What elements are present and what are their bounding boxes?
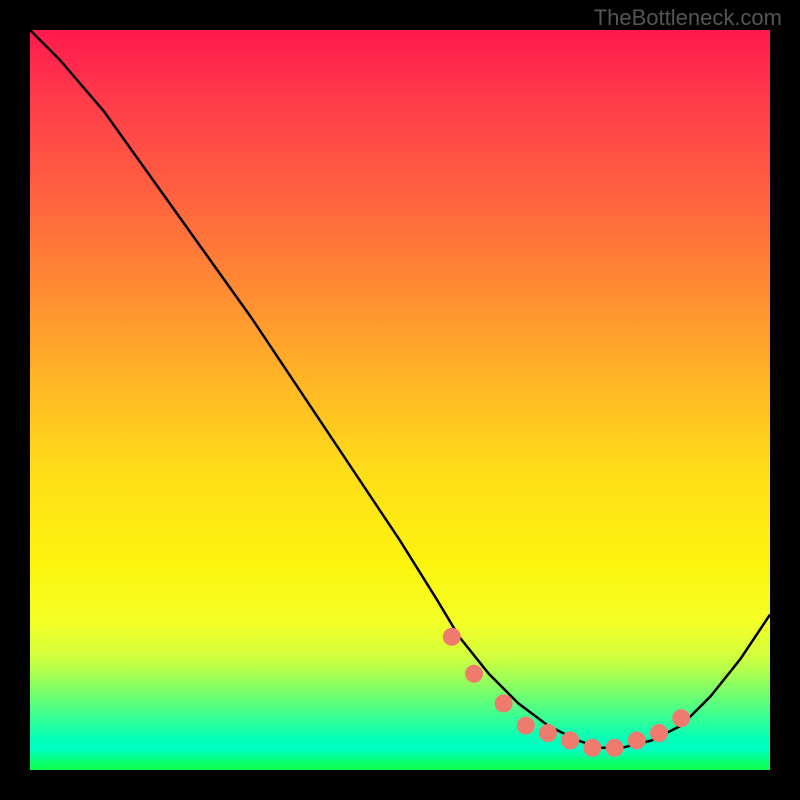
chart-markers	[443, 628, 690, 757]
marker-dot	[583, 739, 601, 757]
chart-line	[30, 30, 770, 748]
watermark-text: TheBottleneck.com	[594, 5, 782, 31]
marker-dot	[517, 717, 535, 735]
marker-dot	[650, 724, 668, 742]
plot-area	[30, 30, 770, 770]
marker-dot	[465, 665, 483, 683]
marker-dot	[628, 731, 646, 749]
marker-dot	[561, 731, 579, 749]
marker-dot	[443, 628, 461, 646]
marker-dot	[672, 709, 690, 727]
marker-dot	[539, 724, 557, 742]
chart-svg	[30, 30, 770, 770]
marker-dot	[495, 694, 513, 712]
marker-dot	[606, 739, 624, 757]
